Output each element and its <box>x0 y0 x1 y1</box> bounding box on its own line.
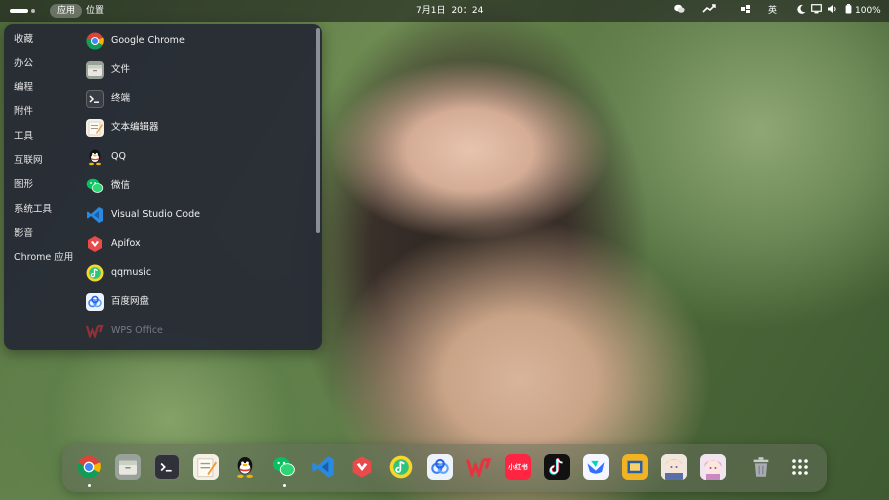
running-indicator <box>88 484 91 487</box>
screen-icon[interactable] <box>811 4 822 19</box>
terminal-icon <box>86 90 104 108</box>
app-item-text-editor[interactable]: 文本编辑器 <box>84 117 309 139</box>
app-item-files[interactable]: 文件 <box>84 59 309 81</box>
workspace-active-pill <box>10 9 28 13</box>
app-label: Apifox <box>111 238 141 249</box>
app-item-qqmusic[interactable]: qqmusic <box>84 262 309 284</box>
qqmusic-icon[interactable] <box>388 454 414 480</box>
baidu-netdisk-icon <box>86 293 104 311</box>
app-item-baidu-netdisk[interactable]: 百度网盘 <box>84 291 309 313</box>
top-bar: 应用 位置 7月1日 20：24 英 100% <box>0 0 889 22</box>
baidu-netdisk-icon[interactable] <box>427 454 453 480</box>
app-label: WPS Office <box>111 325 163 336</box>
category-chrome-apps[interactable]: Chrome 应用 <box>14 251 73 265</box>
slideshow-icon[interactable] <box>622 454 648 480</box>
wechat-icon <box>86 177 104 195</box>
anime-app-icon[interactable] <box>661 454 687 480</box>
wechat-tray-icon[interactable] <box>674 4 685 19</box>
menu-scrollbar[interactable] <box>316 28 320 233</box>
tiktok-icon[interactable] <box>544 454 570 480</box>
category-multimedia[interactable]: 影音 <box>14 227 33 241</box>
qqmusic-icon <box>86 264 104 282</box>
feishu-icon[interactable] <box>583 454 609 480</box>
app-label: qqmusic <box>111 267 152 278</box>
wps-icon[interactable] <box>466 454 492 480</box>
places-menu-button[interactable]: 位置 <box>86 4 104 18</box>
battery-icon[interactable] <box>845 4 852 19</box>
activities-indicator[interactable] <box>10 8 36 14</box>
terminal-icon[interactable] <box>154 454 180 480</box>
trash-icon[interactable] <box>748 454 774 480</box>
workspace-dot <box>31 9 35 13</box>
app-label: 终端 <box>111 93 131 104</box>
category-utilities[interactable]: 工具 <box>14 130 33 144</box>
show-apps-icon[interactable] <box>787 454 813 480</box>
app-label: 文本编辑器 <box>111 122 159 133</box>
network-tray-icon[interactable] <box>702 4 716 19</box>
wechat-icon[interactable] <box>271 454 297 480</box>
battery-percentage: 100% <box>855 6 881 16</box>
app-item-wechat[interactable]: 微信 <box>84 175 309 197</box>
files-icon <box>86 61 104 79</box>
app-label: 文件 <box>111 64 131 75</box>
clock-date: 7月1日 <box>416 6 446 16</box>
app-label: QQ <box>111 151 126 162</box>
application-menu: 收藏 办公 编程 附件 工具 互联网 图形 系统工具 影音 Chrome 应用 … <box>4 24 322 350</box>
clock[interactable]: 7月1日 20：24 <box>416 4 483 18</box>
category-system-tools[interactable]: 系统工具 <box>14 203 52 217</box>
app-label: 百度网盘 <box>111 296 150 307</box>
apifox-icon <box>86 235 104 253</box>
volume-icon[interactable] <box>827 4 837 19</box>
category-programming[interactable]: 编程 <box>14 81 33 95</box>
app-label: 微信 <box>111 180 131 191</box>
xiaohongshu-logo-text: 小红书 <box>508 463 528 471</box>
app-item-vscode[interactable]: Visual Studio Code <box>84 204 309 226</box>
anime-app-2-icon[interactable] <box>700 454 726 480</box>
applications-menu-button[interactable]: 应用 <box>50 4 83 18</box>
app-label: Google Chrome <box>111 35 185 46</box>
wps-icon <box>86 322 104 340</box>
app-item-wps-office[interactable]: WPS Office <box>84 320 309 342</box>
apifox-icon[interactable] <box>349 454 375 480</box>
qq-icon <box>86 148 104 166</box>
app-item-qq[interactable]: QQ <box>84 146 309 168</box>
app-item-terminal[interactable]: 终端 <box>84 88 309 110</box>
clock-time: 20：24 <box>451 6 484 16</box>
feishu-tray-icon[interactable] <box>741 4 751 19</box>
category-internet[interactable]: 互联网 <box>14 154 43 168</box>
category-office[interactable]: 办公 <box>14 57 33 71</box>
vscode-icon <box>86 206 104 224</box>
chrome-icon[interactable] <box>76 454 102 480</box>
vscode-icon[interactable] <box>310 454 336 480</box>
app-label: Visual Studio Code <box>111 209 200 220</box>
text-editor-icon <box>86 119 104 137</box>
night-light-icon[interactable] <box>797 4 806 19</box>
category-favorites[interactable]: 收藏 <box>14 33 33 47</box>
category-graphics[interactable]: 图形 <box>14 178 33 192</box>
qq-icon[interactable] <box>232 454 258 480</box>
input-method-indicator[interactable]: 英 <box>768 4 777 18</box>
app-item-apifox[interactable]: Apifox <box>84 233 309 255</box>
xiaohongshu-icon[interactable]: 小红书 <box>505 454 531 480</box>
files-icon[interactable] <box>115 454 141 480</box>
dock: 小红书 <box>62 444 827 492</box>
category-accessories[interactable]: 附件 <box>14 105 33 119</box>
app-item-google-chrome[interactable]: Google Chrome <box>84 30 309 52</box>
text-editor-icon[interactable] <box>193 454 219 480</box>
running-indicator <box>283 484 286 487</box>
chrome-icon <box>86 32 104 50</box>
